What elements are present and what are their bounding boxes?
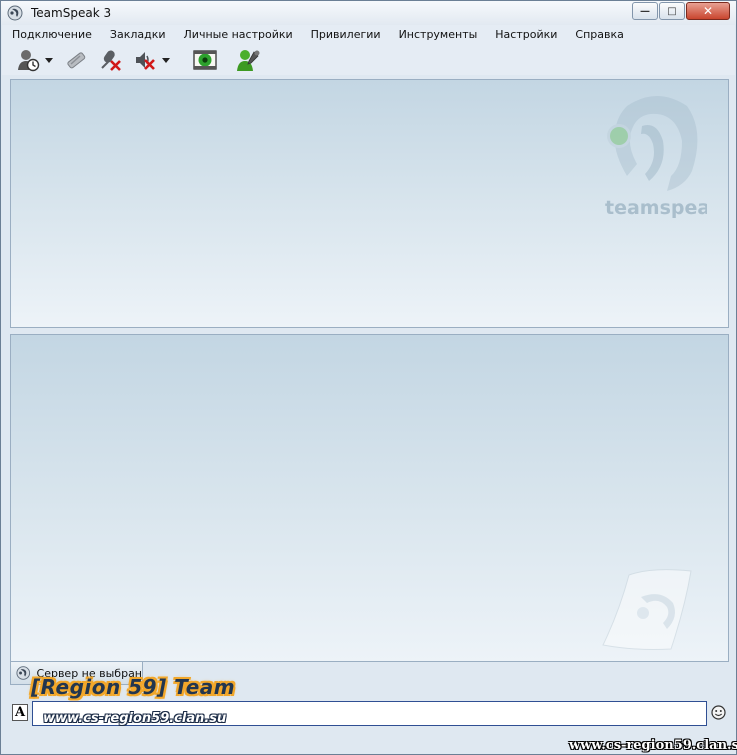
mute-speakers-button[interactable] <box>133 47 170 73</box>
teamspeak-window: TeamSpeak 3 — □ ✕ Подключение Закладки Л… <box>0 0 737 755</box>
mute-microphone-icon <box>101 50 121 71</box>
paper-watermark-icon <box>602 569 692 650</box>
text-format-button[interactable]: A <box>12 704 28 721</box>
mute-speakers-icon <box>136 52 155 70</box>
connect-icon <box>18 50 40 72</box>
smiley-icon[interactable] <box>711 705 726 720</box>
menu-settings[interactable]: Настройки <box>485 25 565 45</box>
disconnect-button[interactable] <box>64 47 88 73</box>
teamspeak-watermark-logo-icon: teamspeak3 <box>605 96 707 219</box>
teamspeak-tab-icon <box>16 666 31 680</box>
teamspeak-watermark-text: teamspeak3 <box>605 197 707 219</box>
toolbar <box>2 45 735 75</box>
window-controls: — □ ✕ <box>631 2 730 20</box>
identities-button[interactable] <box>236 47 262 73</box>
away-status-icon <box>193 50 217 70</box>
mute-microphone-button[interactable] <box>99 47 123 73</box>
window-title: TeamSpeak 3 <box>31 6 112 20</box>
maximize-button[interactable]: □ <box>659 2 685 20</box>
menu-self[interactable]: Личные настройки <box>174 25 301 45</box>
identities-icon <box>237 50 260 71</box>
server-tree-pane[interactable]: teamspeak3 <box>10 79 729 328</box>
menu-bar: Подключение Закладки Личные настройки Пр… <box>2 25 735 45</box>
menu-help[interactable]: Справка <box>565 25 631 45</box>
team-url-watermark-text: www.cs-region59.clan.su <box>43 711 227 726</box>
disconnect-icon <box>67 52 86 69</box>
menu-tools[interactable]: Инструменты <box>389 25 486 45</box>
connect-button[interactable] <box>16 47 53 73</box>
connect-dropdown-arrow-icon[interactable] <box>45 57 53 63</box>
menu-bookmarks[interactable]: Закладки <box>100 25 174 45</box>
close-button[interactable]: ✕ <box>686 2 730 20</box>
teamspeak-logo-icon <box>7 5 23 21</box>
title-bar[interactable]: TeamSpeak 3 — □ ✕ <box>1 1 736 25</box>
chat-log-pane[interactable] <box>10 334 729 662</box>
away-status-button[interactable] <box>192 47 218 73</box>
team-watermark-text: [Region 59] Team <box>31 675 236 699</box>
menu-permissions[interactable]: Привилегии <box>301 25 389 45</box>
minimize-button[interactable]: — <box>632 2 658 20</box>
menu-connection[interactable]: Подключение <box>2 25 100 45</box>
speakers-dropdown-arrow-icon[interactable] <box>162 57 170 63</box>
corner-url-watermark-text: www.cs-region59.clan.su <box>569 738 737 753</box>
